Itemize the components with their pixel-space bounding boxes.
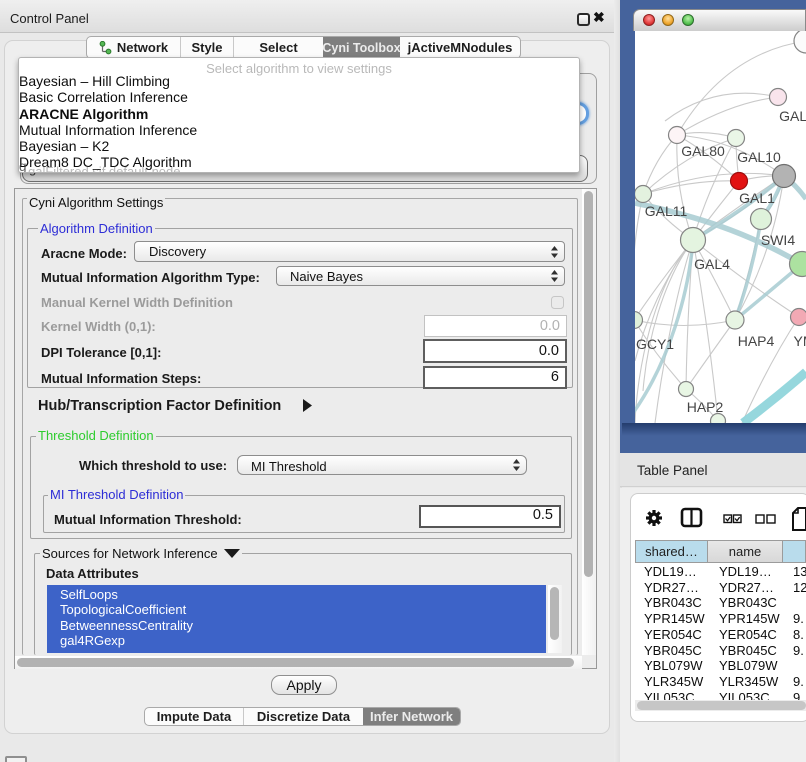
svg-text:GAL2: GAL2 (779, 108, 806, 124)
svg-text:GCY1: GCY1 (636, 336, 674, 352)
svg-text:YM: YM (794, 333, 806, 349)
svg-text:GAL4: GAL4 (694, 256, 730, 272)
svg-text:SWI4: SWI4 (761, 232, 795, 248)
svg-text:HAP2: HAP2 (687, 399, 724, 415)
svg-text:GAL11: GAL11 (645, 203, 688, 219)
svg-text:GAL10: GAL10 (737, 149, 781, 165)
svg-text:GAL1: GAL1 (739, 190, 775, 206)
svg-text:HAP4: HAP4 (738, 333, 775, 349)
svg-text:GAL80: GAL80 (681, 143, 725, 159)
